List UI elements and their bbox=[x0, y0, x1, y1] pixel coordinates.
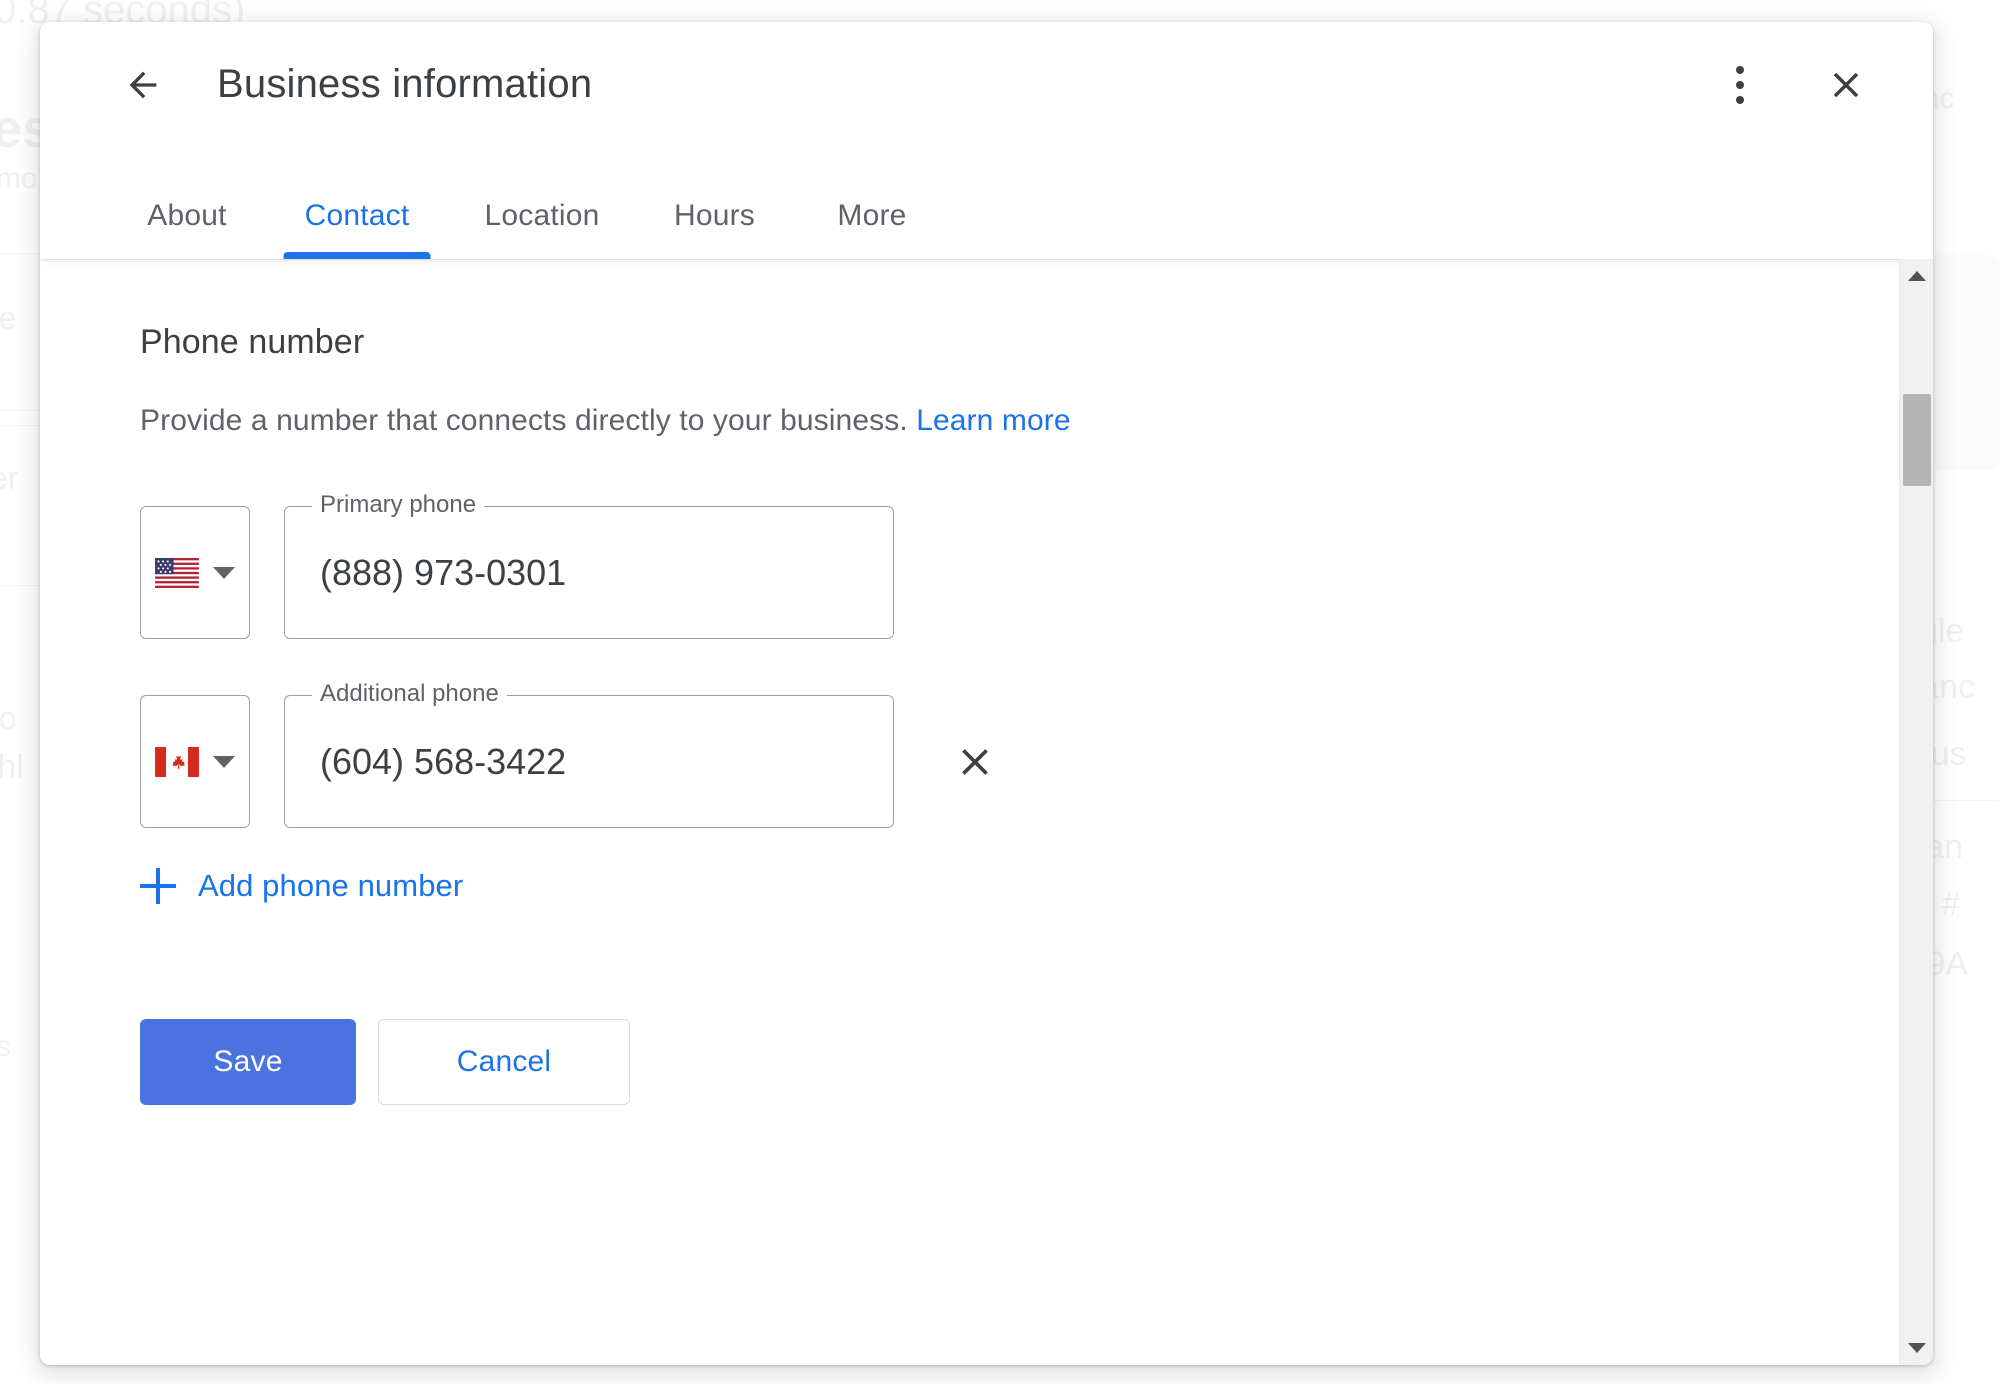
tab-about[interactable]: About bbox=[112, 199, 262, 259]
more-options-button[interactable] bbox=[1709, 54, 1771, 116]
tab-contact[interactable]: Contact bbox=[262, 199, 452, 259]
section-description-text: Provide a number that connects directly … bbox=[140, 404, 908, 437]
scroll-down-arrow-icon bbox=[1907, 1343, 1926, 1353]
add-phone-number-label: Add phone number bbox=[198, 868, 464, 903]
bg-snippet: mo bbox=[0, 162, 38, 195]
page-title: Business information bbox=[217, 62, 593, 106]
tab-location-label: Location bbox=[484, 199, 600, 232]
primary-phone-field[interactable]: Primary phone bbox=[284, 488, 894, 639]
remove-phone-button[interactable] bbox=[938, 725, 1012, 799]
close-button[interactable] bbox=[1815, 54, 1877, 116]
plus-icon bbox=[140, 868, 176, 904]
add-phone-number-button[interactable]: Add phone number bbox=[140, 868, 463, 904]
additional-phone-input[interactable] bbox=[320, 695, 874, 828]
tab-hours[interactable]: Hours bbox=[632, 199, 797, 259]
active-tab-indicator bbox=[283, 252, 431, 259]
dialog-header: Business information bbox=[40, 22, 1933, 147]
bg-snippet: s bbox=[0, 1030, 11, 1063]
form-actions: Save Cancel bbox=[140, 1019, 1933, 1105]
primary-phone-input[interactable] bbox=[320, 506, 874, 639]
ca-flag-icon bbox=[155, 746, 199, 777]
more-vert-icon bbox=[1736, 65, 1744, 104]
scroll-down-button[interactable] bbox=[1900, 1331, 1933, 1365]
country-code-select-primary[interactable] bbox=[140, 506, 250, 639]
section-title: Phone number bbox=[140, 323, 365, 361]
cancel-button[interactable]: Cancel bbox=[378, 1019, 630, 1105]
dialog-body: Phone number Provide a number that conne… bbox=[40, 259, 1933, 1365]
additional-phone-field[interactable]: Additional phone bbox=[284, 677, 894, 828]
bg-snippet: to bbox=[0, 700, 17, 736]
learn-more-link[interactable]: Learn more bbox=[916, 404, 1070, 437]
country-code-select-additional[interactable] bbox=[140, 695, 250, 828]
tab-about-label: About bbox=[147, 199, 227, 232]
tab-contact-label: Contact bbox=[304, 199, 410, 232]
tab-more-label: More bbox=[837, 199, 907, 232]
tab-more[interactable]: More bbox=[797, 199, 947, 259]
tab-location[interactable]: Location bbox=[452, 199, 632, 259]
vertical-scrollbar[interactable] bbox=[1899, 259, 1933, 1365]
arrow-back-icon bbox=[129, 71, 157, 98]
chevron-down-icon bbox=[213, 755, 235, 768]
tab-bar: About Contact Location Hours More bbox=[40, 147, 1933, 259]
business-information-dialog: Business information About Contact Locat… bbox=[40, 22, 1933, 1365]
close-icon bbox=[962, 748, 988, 775]
tab-hours-label: Hours bbox=[673, 199, 756, 232]
phone-row: Primary phone bbox=[140, 488, 1933, 639]
back-button[interactable] bbox=[112, 54, 174, 116]
scroll-up-button[interactable] bbox=[1900, 259, 1933, 293]
bg-snippet: re bbox=[0, 300, 17, 336]
scrollbar-thumb[interactable] bbox=[1903, 394, 1931, 486]
bg-snippet: er bbox=[0, 460, 19, 496]
chevron-down-icon bbox=[213, 566, 235, 579]
save-button[interactable]: Save bbox=[140, 1019, 356, 1105]
phone-row: Additional phone bbox=[140, 677, 1933, 828]
section-description: Provide a number that connects directly … bbox=[140, 404, 1933, 438]
close-icon bbox=[1833, 72, 1859, 97]
bg-snippet: thl bbox=[0, 748, 24, 786]
contact-form: Phone number Provide a number that conne… bbox=[40, 259, 1933, 1105]
scroll-up-arrow-icon bbox=[1907, 271, 1926, 281]
us-flag-icon bbox=[155, 557, 199, 588]
